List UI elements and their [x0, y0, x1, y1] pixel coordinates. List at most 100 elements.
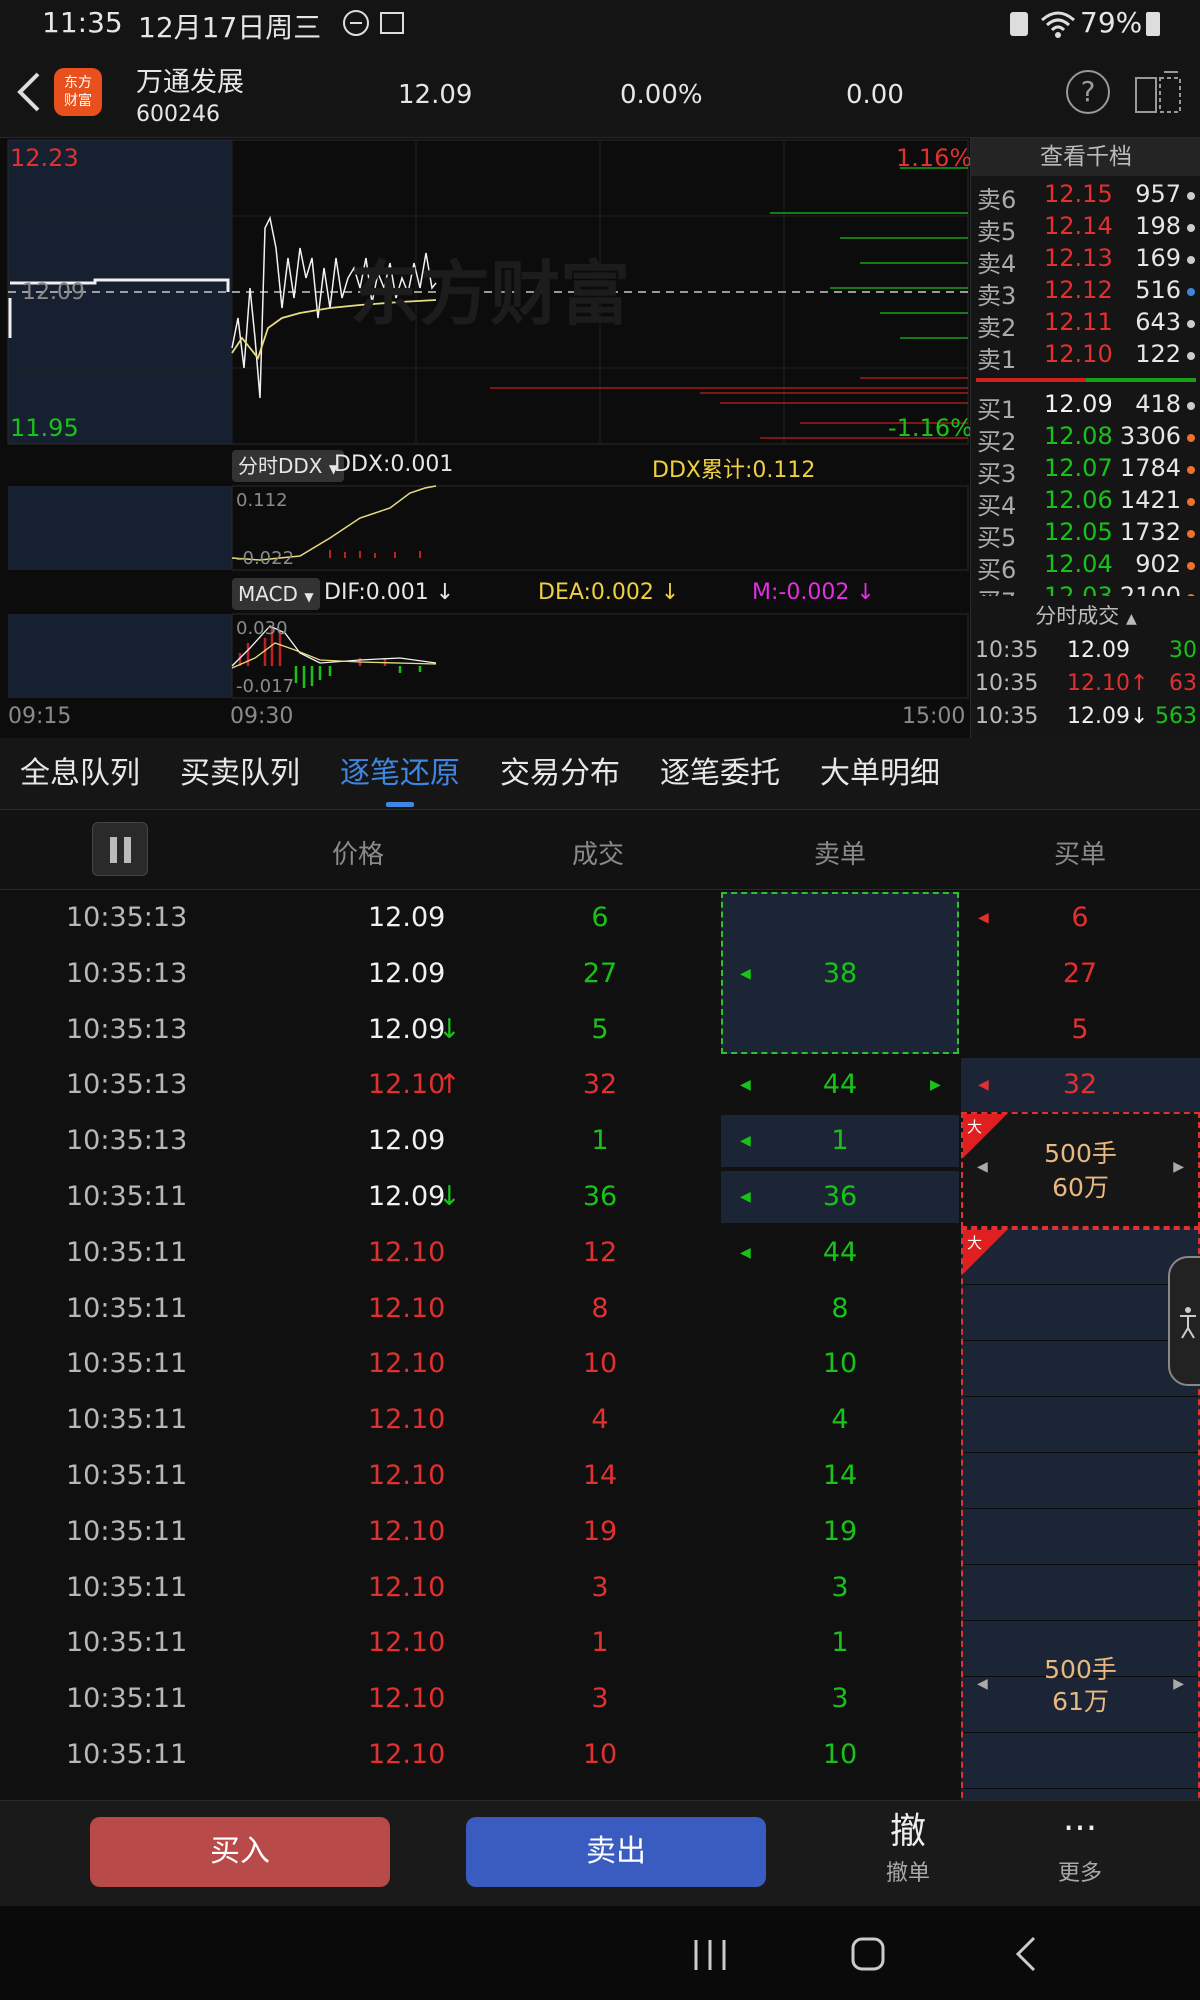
table-row[interactable]: 10:35:11 12.10 14 14 — [0, 1448, 1200, 1504]
ddx-value: DDX:0.001 — [334, 452, 454, 477]
table-row[interactable]: 10:35:11 12.10 3 3 — [0, 1560, 1200, 1616]
table-row[interactable]: 10:35:11 12.10 8 8 — [0, 1281, 1200, 1337]
table-row[interactable]: 10:35:13 12.09 ↓ 5 5 — [0, 1002, 1200, 1058]
macd-dif: DIF:0.001 ↓ — [324, 580, 455, 605]
more-button[interactable]: ··· 更多 — [1030, 1809, 1130, 1899]
row-sell-order: 19 — [822, 1515, 858, 1547]
accessibility-icon[interactable] — [1168, 1256, 1200, 1386]
detail-tabs: 全息队列 买卖队列 逐笔还原 交易分布 逐笔委托 大单明细 — [0, 738, 1200, 810]
book-level-volume: 1732 — [1119, 518, 1181, 546]
asks-level[interactable]: 卖6 12.15 957 — [971, 180, 1200, 214]
asks-level[interactable]: 卖4 12.13 169 — [971, 244, 1200, 278]
tab-big-orders[interactable]: 大单明细 — [820, 738, 940, 810]
row-sell-order: 3 — [831, 1683, 849, 1715]
book-level-volume: 169 — [1135, 244, 1181, 272]
bids-level[interactable]: 买6 12.04 902 — [971, 550, 1200, 584]
left-arrow-icon: ◀ — [740, 1133, 751, 1150]
header-change-pct: 0.00% — [620, 80, 703, 110]
macd-axis-bottom: -0.017 — [236, 676, 295, 697]
cancel-order-button[interactable]: 撤 撤单 — [858, 1809, 958, 1899]
book-level-dot — [1187, 530, 1195, 538]
table-row[interactable]: 10:35:11 12.09 ↓ 36 36 ◀ — [0, 1169, 1200, 1225]
stock-name: 万通发展 — [136, 67, 244, 98]
row-time: 10:35:11 — [66, 1460, 188, 1491]
table-row[interactable]: 10:35:11 12.10 4 4 — [0, 1392, 1200, 1448]
home-icon[interactable] — [850, 1936, 886, 1972]
bids-level[interactable]: 买2 12.08 3306 — [971, 422, 1200, 456]
y-axis-mid: 12.09 — [22, 280, 85, 305]
bids-level[interactable]: 买4 12.06 1421 — [971, 486, 1200, 520]
macd-dea: DEA:0.002 ↓ — [538, 580, 680, 605]
book-level-volume: 957 — [1135, 180, 1181, 208]
macd-indicator-selector[interactable]: MACD ▼ — [232, 578, 320, 610]
sell-button[interactable]: 卖出 — [466, 1817, 766, 1887]
row-price: 12.10 — [368, 1739, 446, 1770]
bids-level[interactable]: 买3 12.07 1784 — [971, 454, 1200, 488]
nav-back-icon[interactable] — [1014, 1936, 1038, 1972]
bids-level[interactable]: 买1 12.09 418 — [971, 390, 1200, 424]
table-row[interactable]: 10:35:11 12.10 12 44 ◀ — [0, 1225, 1200, 1281]
tab-tick-restore[interactable]: 逐笔还原 — [340, 738, 460, 810]
book-level-dot — [1187, 192, 1195, 200]
buy-button[interactable]: 买入 — [90, 1817, 390, 1887]
status-bar: 11:35 12月17日周三 79% — [0, 0, 1200, 50]
back-icon[interactable] — [14, 70, 44, 114]
table-row[interactable]: 10:35:11 12.10 3 3 — [0, 1671, 1200, 1727]
stock-code: 600246 — [136, 102, 220, 127]
macd-m: M:-0.002 ↓ — [752, 580, 875, 605]
table-row[interactable]: 10:35:11 12.10 10 10 — [0, 1336, 1200, 1392]
header-price: 12.09 — [398, 80, 473, 110]
view-full-depth-button[interactable]: 查看千档 — [971, 138, 1200, 176]
pause-icon[interactable] — [92, 822, 148, 876]
row-volume: 1 — [591, 1627, 609, 1659]
bids-level[interactable]: 买712.032100 — [971, 582, 1200, 596]
dea-value: DEA:0.002 — [538, 580, 654, 605]
row-volume: 27 — [582, 957, 618, 989]
table-row[interactable]: 10:35:13 12.10 ↑ 32 44 32 ◀ ▶ ◀ — [0, 1057, 1200, 1113]
macd-selector-label: MACD — [238, 582, 298, 606]
table-row[interactable]: 10:35:13 12.09 6 6 ◀ — [0, 890, 1200, 946]
time-start: 09:15 — [8, 704, 72, 729]
book-level-dot — [1187, 498, 1195, 506]
trades-header[interactable]: 分时成交 ▲ — [971, 596, 1200, 636]
row-volume: 8 — [591, 1292, 609, 1324]
table-row[interactable]: 10:35:11 12.10 19 19 — [0, 1504, 1200, 1560]
tab-trade-distribution[interactable]: 交易分布 — [500, 738, 620, 810]
asks-level[interactable]: 卖3 12.12 516 — [971, 276, 1200, 310]
chart-canvas — [7, 139, 969, 699]
tab-tick-orders[interactable]: 逐笔委托 — [660, 738, 780, 810]
calendar-icon — [380, 12, 404, 34]
row-price: 12.10 — [368, 1348, 446, 1380]
right-arrow-icon: ▶ — [930, 1077, 941, 1094]
table-row[interactable]: 10:35:13 12.09 27 38 27 ◀ — [0, 946, 1200, 1002]
down-arrow-icon: ↓ — [438, 1013, 461, 1045]
asks-level[interactable]: 卖5 12.14 198 — [971, 212, 1200, 246]
row-price: 12.10 — [368, 1627, 446, 1659]
active-tab-indicator — [386, 802, 414, 807]
tab-full-queue[interactable]: 全息队列 — [20, 738, 140, 810]
tab-bid-ask-queue[interactable]: 买卖队列 — [180, 738, 300, 810]
col-buy: 买单 — [1054, 840, 1107, 870]
row-time: 10:35:11 — [66, 1627, 188, 1659]
tick-table[interactable]: 大 ◀ ▶ 500手 60万 大 ◀ ▶ 500手 61万 10:35:13 12… — [0, 890, 1200, 1800]
table-row[interactable]: 10:35:13 12.09 1 1 ◀ — [0, 1113, 1200, 1169]
asks-level[interactable]: 卖1 12.10 122 — [971, 340, 1200, 374]
row-buy-order: 27 — [1062, 957, 1098, 989]
macd-axis-top: 0.030 — [236, 618, 288, 639]
table-row[interactable]: 10:35:11 12.10 10 10 — [0, 1727, 1200, 1783]
ddx-indicator-selector[interactable]: 分时DDX ▼ — [232, 450, 345, 482]
row-time: 10:35:11 — [66, 1236, 188, 1268]
book-level-label: 卖1 — [977, 346, 1017, 374]
bids-level[interactable]: 买5 12.05 1732 — [971, 518, 1200, 552]
book-level-label: 买2 — [977, 428, 1017, 456]
help-icon[interactable]: ? — [1066, 70, 1110, 114]
cancel-label: 撤单 — [885, 1861, 930, 1886]
book-level-volume: 2100 — [1119, 582, 1181, 596]
table-row[interactable]: 10:35:11 12.10 1 1 — [0, 1615, 1200, 1671]
row-price: 12.10 — [368, 1236, 446, 1268]
asks-level[interactable]: 卖2 12.11 643 — [971, 308, 1200, 342]
row-sell-order: 36 — [822, 1181, 858, 1212]
intraday-chart[interactable]: 东方财富 12.23 12.09 11.95 1.16% -1.16% 分时DD… — [0, 138, 973, 738]
recents-icon[interactable] — [690, 1938, 730, 1972]
layout-toggle-icon[interactable] — [1134, 70, 1184, 116]
